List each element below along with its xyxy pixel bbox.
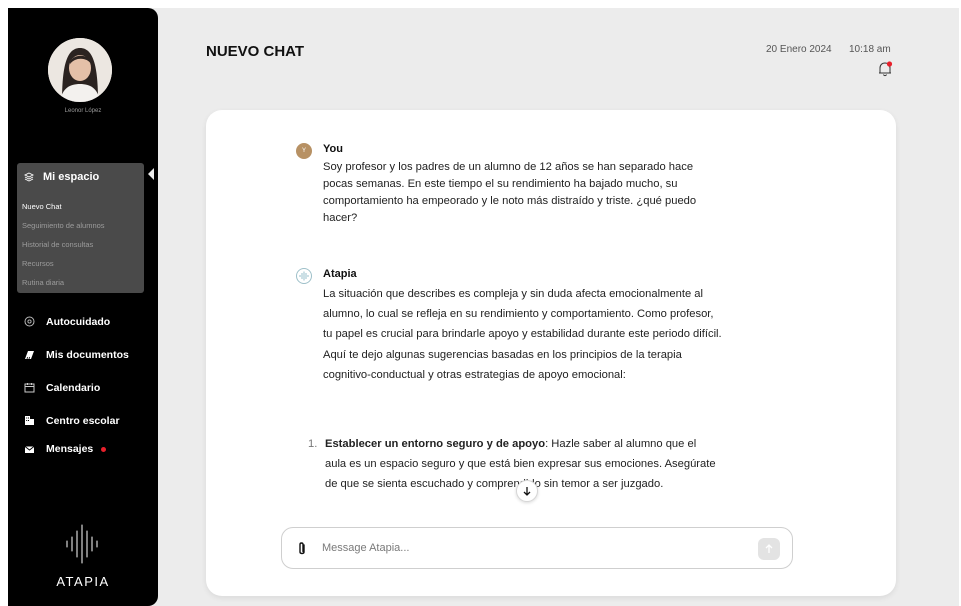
- sidebar-item-calendario[interactable]: Calendario: [8, 371, 158, 404]
- message-author: You: [323, 143, 343, 155]
- page-title: NUEVO CHAT: [206, 43, 305, 60]
- sidebar-item-autocuidado[interactable]: Autocuidado: [8, 305, 158, 338]
- chat-panel: Y You Soy profesor y los padres de un al…: [206, 110, 896, 596]
- list-number: 1.: [308, 438, 318, 450]
- arrow-down-icon: [523, 487, 531, 496]
- mail-icon: [24, 444, 35, 455]
- sidebar-item-label: Mis documentos: [46, 348, 129, 361]
- attach-icon[interactable]: [296, 541, 308, 562]
- notification-dot: [101, 446, 107, 452]
- sidebar-item-mensajes[interactable]: Mensajes: [8, 437, 158, 461]
- send-button[interactable]: [758, 538, 780, 560]
- app-frame: Leonor López Mi espacio Nuevo Chat Segui…: [8, 8, 959, 606]
- sidebar-item-label: Mensajes: [46, 443, 94, 455]
- logo-text: ATAPIA: [56, 574, 110, 589]
- calendar-icon: [24, 382, 35, 393]
- message-text: La situación que describes es compleja y…: [323, 288, 722, 381]
- sidebar-nav: Autocuidado Mis documentos Calendario Ce…: [8, 305, 158, 461]
- my-space-label: Mi espacio: [43, 171, 100, 183]
- header-date: 20 Enero 2024: [766, 44, 832, 55]
- atapia-avatar-icon: [296, 268, 312, 284]
- sidebar-item-nuevo-chat[interactable]: Nuevo Chat: [22, 197, 105, 216]
- message-author: Atapia: [323, 268, 357, 280]
- sidebar-item-historial[interactable]: Historial de consultas: [22, 235, 105, 254]
- sidebar-item-rutina[interactable]: Rutina diaria: [22, 273, 105, 292]
- sidebar-item-centro-escolar[interactable]: Centro escolar: [8, 404, 158, 437]
- message-input[interactable]: [322, 538, 742, 558]
- scroll-down-button[interactable]: [516, 480, 538, 502]
- sidebar-item-mis-documentos[interactable]: Mis documentos: [8, 338, 158, 371]
- self-care-icon: [24, 316, 35, 327]
- avatar[interactable]: [48, 38, 112, 102]
- documents-icon: [24, 349, 35, 360]
- sidebar-item-label: Calendario: [46, 381, 101, 394]
- my-space-header[interactable]: Mi espacio: [24, 171, 99, 183]
- my-space-items: Nuevo Chat Seguimiento de alumnos Histor…: [22, 197, 105, 292]
- my-space-section: Mi espacio Nuevo Chat Seguimiento de alu…: [17, 163, 144, 293]
- sidebar-item-seguimiento[interactable]: Seguimiento de alumnos: [22, 216, 105, 235]
- arrow-up-icon: [765, 544, 773, 553]
- sidebar-item-label: Centro escolar: [46, 414, 120, 427]
- sidebar-item-label: Autocuidado: [46, 315, 111, 328]
- notification-bell-icon[interactable]: [876, 60, 894, 83]
- list-title: Establecer un entorno seguro y de apoyo: [325, 438, 546, 450]
- user-avatar-badge: Y: [296, 143, 312, 159]
- active-indicator: [148, 168, 154, 180]
- my-space-icon: [24, 172, 34, 182]
- atapia-logo-icon: [64, 523, 102, 570]
- sidebar-item-recursos[interactable]: Recursos: [22, 254, 105, 273]
- message-composer: [281, 527, 793, 569]
- sidebar: Leonor López Mi espacio Nuevo Chat Segui…: [8, 8, 158, 606]
- message-text: Soy profesor y los padres de un alumno d…: [323, 161, 697, 224]
- user-name: Leonor López: [64, 108, 102, 114]
- building-icon: [24, 415, 35, 426]
- header-time: 10:18 am: [849, 44, 891, 55]
